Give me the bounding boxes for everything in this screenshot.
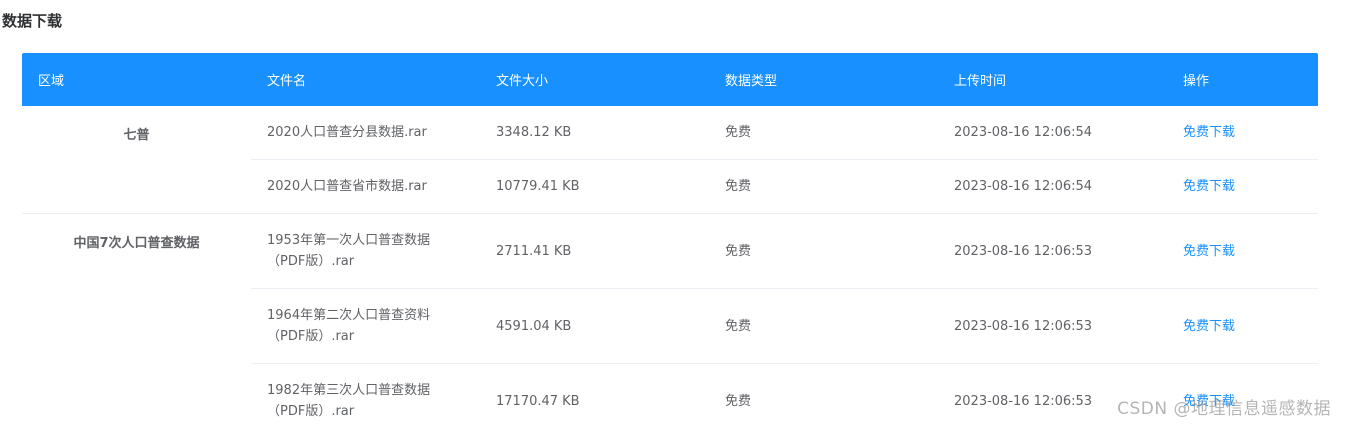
table-row: 2020人口普查分县数据.rar 3348.12 KB 免费 2023-08-1… [251, 106, 1318, 160]
region-cell: 七普 [123, 128, 150, 143]
free-download-link[interactable]: 免费下载 [1167, 122, 1318, 143]
data-type: 免费 [725, 243, 752, 259]
header-filename: 文件名 [267, 74, 307, 89]
file-name: 1982年第三次人口普查数据（PDF版）.rar [267, 383, 431, 419]
header-datatype: 数据类型 [725, 74, 778, 89]
region-group: 七普 2020人口普查分县数据.rar 3348.12 KB 免费 2023-0… [22, 106, 1318, 214]
file-size: 17170.47 KB [496, 393, 580, 409]
page-title: 数据下载 [2, 12, 63, 30]
free-download-link[interactable]: 免费下载 [1167, 316, 1318, 337]
file-size: 4591.04 KB [496, 318, 572, 334]
table-row: 1953年第一次人口普查数据（PDF版）.rar 2711.41 KB 免费 2… [251, 214, 1318, 289]
table-row: 2020人口普查省市数据.rar 10779.41 KB 免费 2023-08-… [251, 160, 1318, 213]
watermark: CSDN @地理信息遥感数据 [1117, 399, 1331, 419]
data-type: 免费 [725, 393, 752, 409]
region-rows: 2020人口普查分县数据.rar 3348.12 KB 免费 2023-08-1… [251, 106, 1318, 213]
data-type: 免费 [725, 179, 752, 194]
file-name: 2020人口普查省市数据.rar [267, 179, 427, 194]
data-type: 免费 [725, 318, 752, 334]
file-name: 2020人口普查分县数据.rar [267, 125, 427, 140]
header-region: 区域 [38, 74, 65, 89]
header-filesize: 文件大小 [496, 74, 549, 89]
table-row: 1964年第二次人口普查资料（PDF版）.rar 4591.04 KB 免费 2… [251, 289, 1318, 364]
file-size: 2711.41 KB [496, 243, 572, 259]
header-uploadtime: 上传时间 [954, 74, 1007, 89]
upload-time: 2023-08-16 12:06:54 [954, 179, 1093, 194]
free-download-link[interactable]: 免费下载 [1167, 176, 1318, 197]
file-name: 1964年第二次人口普查资料（PDF版）.rar [267, 308, 431, 344]
download-table: 区域 文件名 文件大小 数据类型 上传时间 操作 七普 2020人口普查分县数据… [22, 53, 1318, 438]
table-header: 区域 文件名 文件大小 数据类型 上传时间 操作 [22, 53, 1318, 106]
file-size: 3348.12 KB [496, 125, 572, 140]
file-name: 1953年第一次人口普查数据（PDF版）.rar [267, 233, 431, 269]
file-size: 10779.41 KB [496, 179, 580, 194]
free-download-link[interactable]: 免费下载 [1167, 241, 1318, 262]
region-cell: 中国7次人口普查数据 [73, 236, 200, 251]
upload-time: 2023-08-16 12:06:53 [954, 243, 1093, 259]
header-action: 操作 [1183, 74, 1210, 89]
upload-time: 2023-08-16 12:06:54 [954, 125, 1093, 140]
data-type: 免费 [725, 125, 752, 140]
upload-time: 2023-08-16 12:06:53 [954, 318, 1093, 334]
